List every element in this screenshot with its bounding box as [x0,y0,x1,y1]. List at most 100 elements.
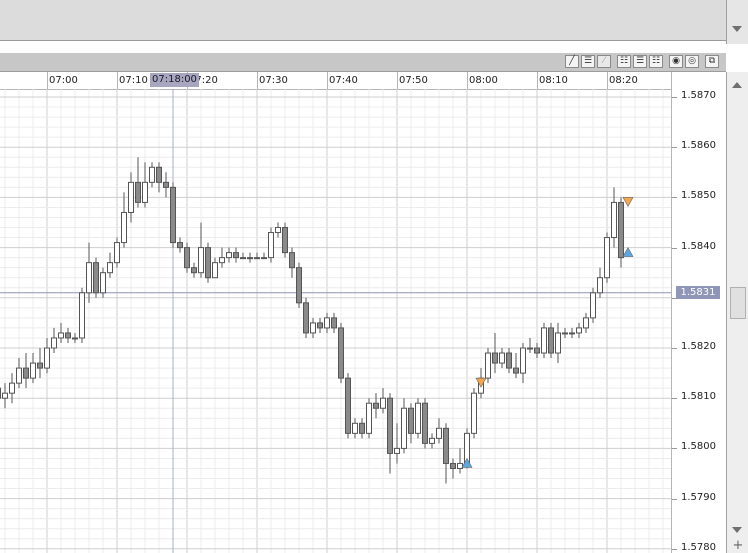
candlestick-chart[interactable] [0,89,671,553]
bullish-candle-body [541,327,547,354]
fibonacci-tool-icon[interactable]: ⁄ [597,55,611,68]
candle [44,337,50,374]
bullish-candle-body [275,227,281,234]
top-scrollbar[interactable] [726,0,748,44]
bullish-candle-body [471,392,477,434]
bullish-candle-body [310,322,316,334]
bearish-candle-body [135,181,141,203]
time-axis: 07:00 07:10 07:20 07:30 07:40 07:50 08:00 08:10… [0,72,671,90]
candle [177,237,183,253]
candle [261,252,267,260]
candle [135,157,141,208]
time-tick-line [117,72,118,89]
bullish-candle-body [30,362,36,379]
bearish-candle-body [184,247,190,269]
scroll-down-arrow-icon[interactable] [732,527,742,533]
candle [149,162,155,188]
grid-tool-icon[interactable]: ☷ [617,55,631,68]
candle [317,317,323,333]
candle [408,403,414,444]
bearish-candle-body [345,377,351,434]
candle [275,222,281,238]
bullish-candle-body [212,262,218,279]
scrollbar-thumb[interactable] [730,287,746,319]
price-tick-label: 1.5870 [681,90,716,101]
price-axis: 1.58701.58601.58501.58401.58301.58201.58… [671,72,726,553]
bullish-candle-body [485,352,491,379]
price-tick-label: 1.5780 [681,541,716,553]
bullish-candle-body [247,257,253,260]
scroll-down-arrow-icon[interactable] [732,26,742,32]
candle [2,383,8,409]
levels-tool-icon[interactable]: ☷ [649,55,663,68]
bullish-candle-body [415,402,421,434]
expand-plus-icon[interactable]: + [727,539,748,553]
draw-line-tool-icon[interactable]: ╱ [565,55,579,68]
candle [114,237,120,268]
detach-window-icon[interactable]: ⧉ [705,55,719,68]
bearish-candle-body [296,267,302,304]
zoom-in-icon[interactable]: ◉ [669,55,683,68]
bearish-candle-body [534,347,540,354]
candle [338,322,344,384]
candle [450,458,456,479]
bullish-candle-body [219,257,225,264]
horizontal-line-tool-icon[interactable]: ☰ [581,55,595,68]
bullish-candle-body [583,317,589,329]
bullish-candle-body [86,262,92,294]
time-tick-line [257,72,258,89]
time-tick-line [47,72,48,89]
candle [576,322,582,338]
bullish-candle-body [2,392,8,399]
candle [422,398,428,449]
candle [366,398,372,439]
bearish-candle-body [65,332,71,339]
bearish-candle-body [191,267,197,274]
channel-tool-icon[interactable]: ☰ [633,55,647,68]
top-panel [0,0,726,41]
price-tick-line [672,498,677,500]
candle [65,327,71,343]
candle [310,317,316,338]
candle [513,353,519,379]
bearish-candle-body [492,352,498,364]
scroll-up-arrow-icon[interactable] [732,82,742,88]
candle [37,348,43,379]
candle [380,388,386,414]
bullish-candle-body [128,181,134,213]
price-tick-line [672,247,677,249]
candle [590,287,596,323]
price-tick-line [672,147,677,149]
buy-marker-icon [461,457,473,468]
candle [51,327,57,354]
candle [541,322,547,359]
candle [205,242,211,283]
candle [569,327,575,338]
bullish-candle-body [611,201,617,239]
candle [268,227,274,263]
right-scrollbar[interactable]: + [726,72,748,553]
candle [562,327,568,338]
bullish-candle-body [576,327,582,334]
time-tick-label: 08:00 [469,75,498,86]
crosshair-price-label: 1.5831 [676,285,720,299]
bearish-candle-body [359,422,365,434]
price-tick-label: 1.5810 [681,391,716,403]
zoom-out-icon[interactable]: ◎ [685,55,699,68]
bullish-candle-body [499,352,505,364]
time-tick-line [537,72,538,89]
bullish-candle-body [527,347,533,350]
bullish-candle-body [324,317,330,329]
candle [492,332,498,374]
candle [121,192,127,248]
candle [611,187,617,248]
bullish-candle-body [429,437,435,444]
time-tick-label: 08:10 [539,75,568,86]
bearish-candle-body [450,462,456,469]
bearish-candle-body [338,327,344,379]
bullish-candle-body [366,402,372,434]
candle [345,373,351,439]
candles [0,157,624,484]
bullish-candle-body [16,367,22,384]
bullish-candle-body [121,211,127,244]
